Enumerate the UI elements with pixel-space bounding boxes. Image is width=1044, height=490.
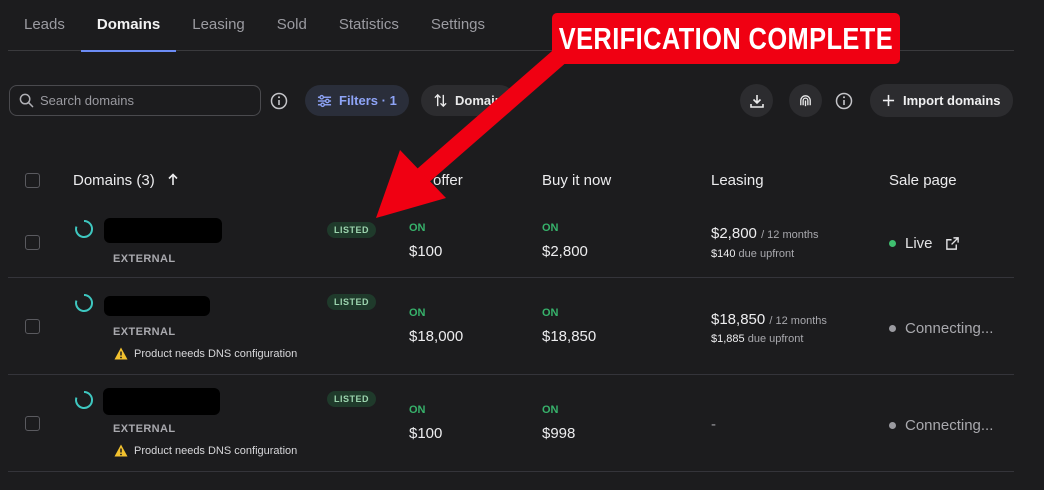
lease-amount: $18,850 — [711, 311, 766, 328]
lease-upfront-label: due upfront — [747, 333, 804, 345]
domain-type: EXTERNAL — [113, 423, 176, 435]
spinner-icon — [75, 390, 93, 409]
table-row[interactable]: EXTERNAL LISTED ON $100 ON $2,800 $2,800… — [8, 202, 1014, 278]
lease-upfront: $140 due upfront — [711, 248, 794, 260]
external-link-icon[interactable] — [945, 236, 960, 251]
buy-status: ON — [542, 222, 559, 234]
buy-price: $998 — [542, 425, 576, 442]
lease-upfront-label: due upfront — [738, 248, 795, 260]
info-icon-2[interactable] — [834, 91, 854, 111]
lease-upfront: $1,885 due upfront — [711, 333, 803, 345]
status-dot — [889, 325, 896, 332]
status-label: Connecting... — [905, 320, 994, 337]
sort-button[interactable]: Domain — [421, 85, 515, 116]
dns-warning: Product needs DNS configuration — [114, 347, 297, 360]
annotation-text: VERIFICATION COMPLETE — [558, 20, 894, 56]
table-header: Domains (3) offer Buy it now Leasing Sal… — [8, 160, 1014, 202]
spinner-icon — [75, 293, 93, 312]
tab-leads[interactable]: Leads — [8, 0, 81, 51]
header-domains[interactable]: Domains (3) — [73, 172, 179, 189]
header-leasing: Leasing — [711, 172, 764, 189]
import-domains-label: Import domains — [903, 93, 1001, 108]
tab-domains[interactable]: Domains — [80, 0, 177, 52]
plus-icon — [882, 94, 895, 107]
lease-upfront-amount: $140 — [711, 248, 736, 260]
header-buy-it-now: Buy it now — [542, 172, 612, 189]
row-checkbox[interactable] — [25, 416, 40, 431]
offer-status: ON — [409, 222, 426, 234]
search-input[interactable] — [40, 93, 240, 108]
header-offer: offer — [433, 172, 463, 189]
spinner-icon — [75, 219, 93, 238]
header-domains-label: Domains (3) — [73, 172, 155, 189]
sale-page-status[interactable]: Live — [889, 235, 960, 252]
search-icon — [19, 93, 34, 108]
table-row[interactable]: EXTERNAL Product needs DNS configuration… — [8, 278, 1014, 375]
status-dot — [889, 240, 896, 247]
tab-leasing[interactable]: Leasing — [176, 0, 261, 51]
filter-icon — [317, 94, 332, 107]
lease-empty: - — [711, 416, 716, 433]
filters-button[interactable]: Filters · 1 — [305, 85, 409, 116]
tab-settings[interactable]: Settings — [415, 0, 501, 51]
redacted-domain-name — [103, 388, 220, 415]
status-label: Connecting... — [905, 417, 994, 434]
offer-price: $100 — [409, 243, 443, 260]
header-sale-page: Sale page — [889, 172, 957, 189]
annotation-banner: VERIFICATION COMPLETE — [552, 13, 900, 64]
status-dot — [889, 422, 896, 429]
warning-text: Product needs DNS configuration — [134, 444, 298, 457]
domain-type: EXTERNAL — [113, 326, 176, 338]
fingerprint-button[interactable] — [789, 84, 822, 117]
offer-status: ON — [409, 404, 426, 416]
arrow-up-icon — [168, 173, 178, 185]
listed-badge: LISTED — [327, 222, 377, 238]
download-button[interactable] — [740, 84, 773, 117]
listed-badge: LISTED — [327, 294, 377, 310]
download-icon — [749, 94, 764, 108]
domain-type: EXTERNAL — [113, 253, 176, 265]
tab-statistics[interactable]: Statistics — [323, 0, 415, 51]
row-checkbox[interactable] — [25, 319, 40, 334]
search-box[interactable] — [9, 85, 261, 116]
lease-period: / 12 months — [761, 229, 819, 241]
lease-amount: $2,800 — [711, 225, 757, 242]
tab-sold[interactable]: Sold — [261, 0, 323, 51]
sale-page-status: Connecting... — [889, 320, 993, 337]
buy-price: $18,850 — [542, 328, 597, 345]
sort-label: Domain — [455, 93, 503, 108]
offer-price: $18,000 — [409, 328, 464, 345]
offer-status: ON — [409, 307, 426, 319]
lease-price: $2,800 / 12 months — [711, 225, 819, 242]
redacted-domain-name — [104, 296, 210, 316]
listed-badge: LISTED — [327, 391, 377, 407]
fingerprint-icon — [800, 95, 811, 107]
redacted-domain-name — [104, 218, 222, 243]
lease-period: / 12 months — [769, 315, 827, 327]
warning-icon — [114, 347, 128, 360]
filters-label: Filters · 1 — [339, 93, 397, 108]
dns-warning: Product needs DNS configuration — [114, 444, 297, 457]
warning-text: Product needs DNS configuration — [134, 347, 298, 360]
row-checkbox[interactable] — [25, 235, 40, 250]
status-label: Live — [905, 235, 933, 252]
buy-status: ON — [542, 307, 559, 319]
sort-icon — [434, 93, 447, 108]
lease-price: $18,850 / 12 months — [711, 311, 827, 328]
table-row[interactable]: EXTERNAL Product needs DNS configuration… — [8, 375, 1014, 472]
select-all-checkbox[interactable] — [25, 173, 40, 188]
offer-price: $100 — [409, 425, 443, 442]
lease-upfront-amount: $1,885 — [711, 333, 745, 345]
info-icon[interactable] — [269, 91, 289, 111]
sale-page-status: Connecting... — [889, 417, 993, 434]
buy-status: ON — [542, 404, 559, 416]
import-domains-button[interactable]: Import domains — [870, 84, 1013, 117]
buy-price: $2,800 — [542, 243, 588, 260]
warning-icon — [114, 444, 128, 457]
